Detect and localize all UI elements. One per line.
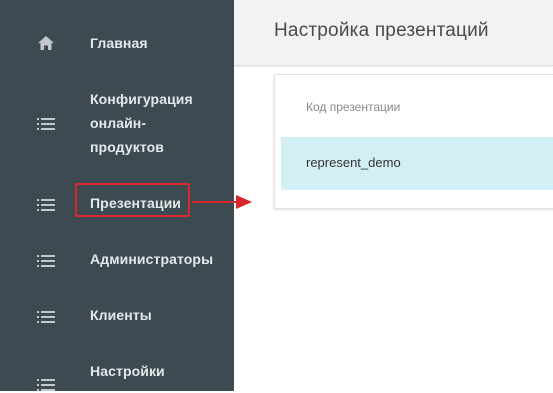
sidebar-item-label: Конфигурация онлайн- продуктов bbox=[90, 91, 193, 155]
sidebar-item-label: Главная bbox=[90, 35, 148, 51]
column-header-presentation-code: Код презентации bbox=[306, 100, 401, 114]
annotation-arrow bbox=[192, 195, 252, 209]
sidebar-item-settings[interactable]: Настройки bbox=[0, 359, 234, 391]
presentations-table-card: Код презентации represent_demo bbox=[274, 74, 553, 209]
list-icon bbox=[36, 116, 56, 132]
sidebar-item-label: Настройки bbox=[90, 363, 165, 379]
annotation-highlight-box bbox=[75, 183, 190, 217]
sidebar-item-product-configuration[interactable]: Конфигурация онлайн- продуктов bbox=[0, 87, 234, 159]
list-icon bbox=[36, 253, 56, 269]
home-icon bbox=[36, 35, 56, 51]
page-title: Настройка презентаций bbox=[274, 20, 489, 41]
sidebar-item-label: Администраторы bbox=[90, 251, 214, 267]
sidebar-item-administrators[interactable]: Администраторы bbox=[0, 247, 234, 271]
sidebar-item-home[interactable]: Главная bbox=[0, 31, 234, 55]
page-header: Настройка презентаций bbox=[234, 0, 553, 66]
list-icon bbox=[36, 309, 56, 325]
table-cell-presentation-code: represent_demo bbox=[306, 155, 401, 170]
table-row[interactable]: represent_demo bbox=[281, 137, 553, 190]
sidebar-item-label: Клиенты bbox=[90, 307, 152, 323]
list-icon bbox=[36, 197, 56, 213]
sidebar-item-clients[interactable]: Клиенты bbox=[0, 303, 234, 327]
